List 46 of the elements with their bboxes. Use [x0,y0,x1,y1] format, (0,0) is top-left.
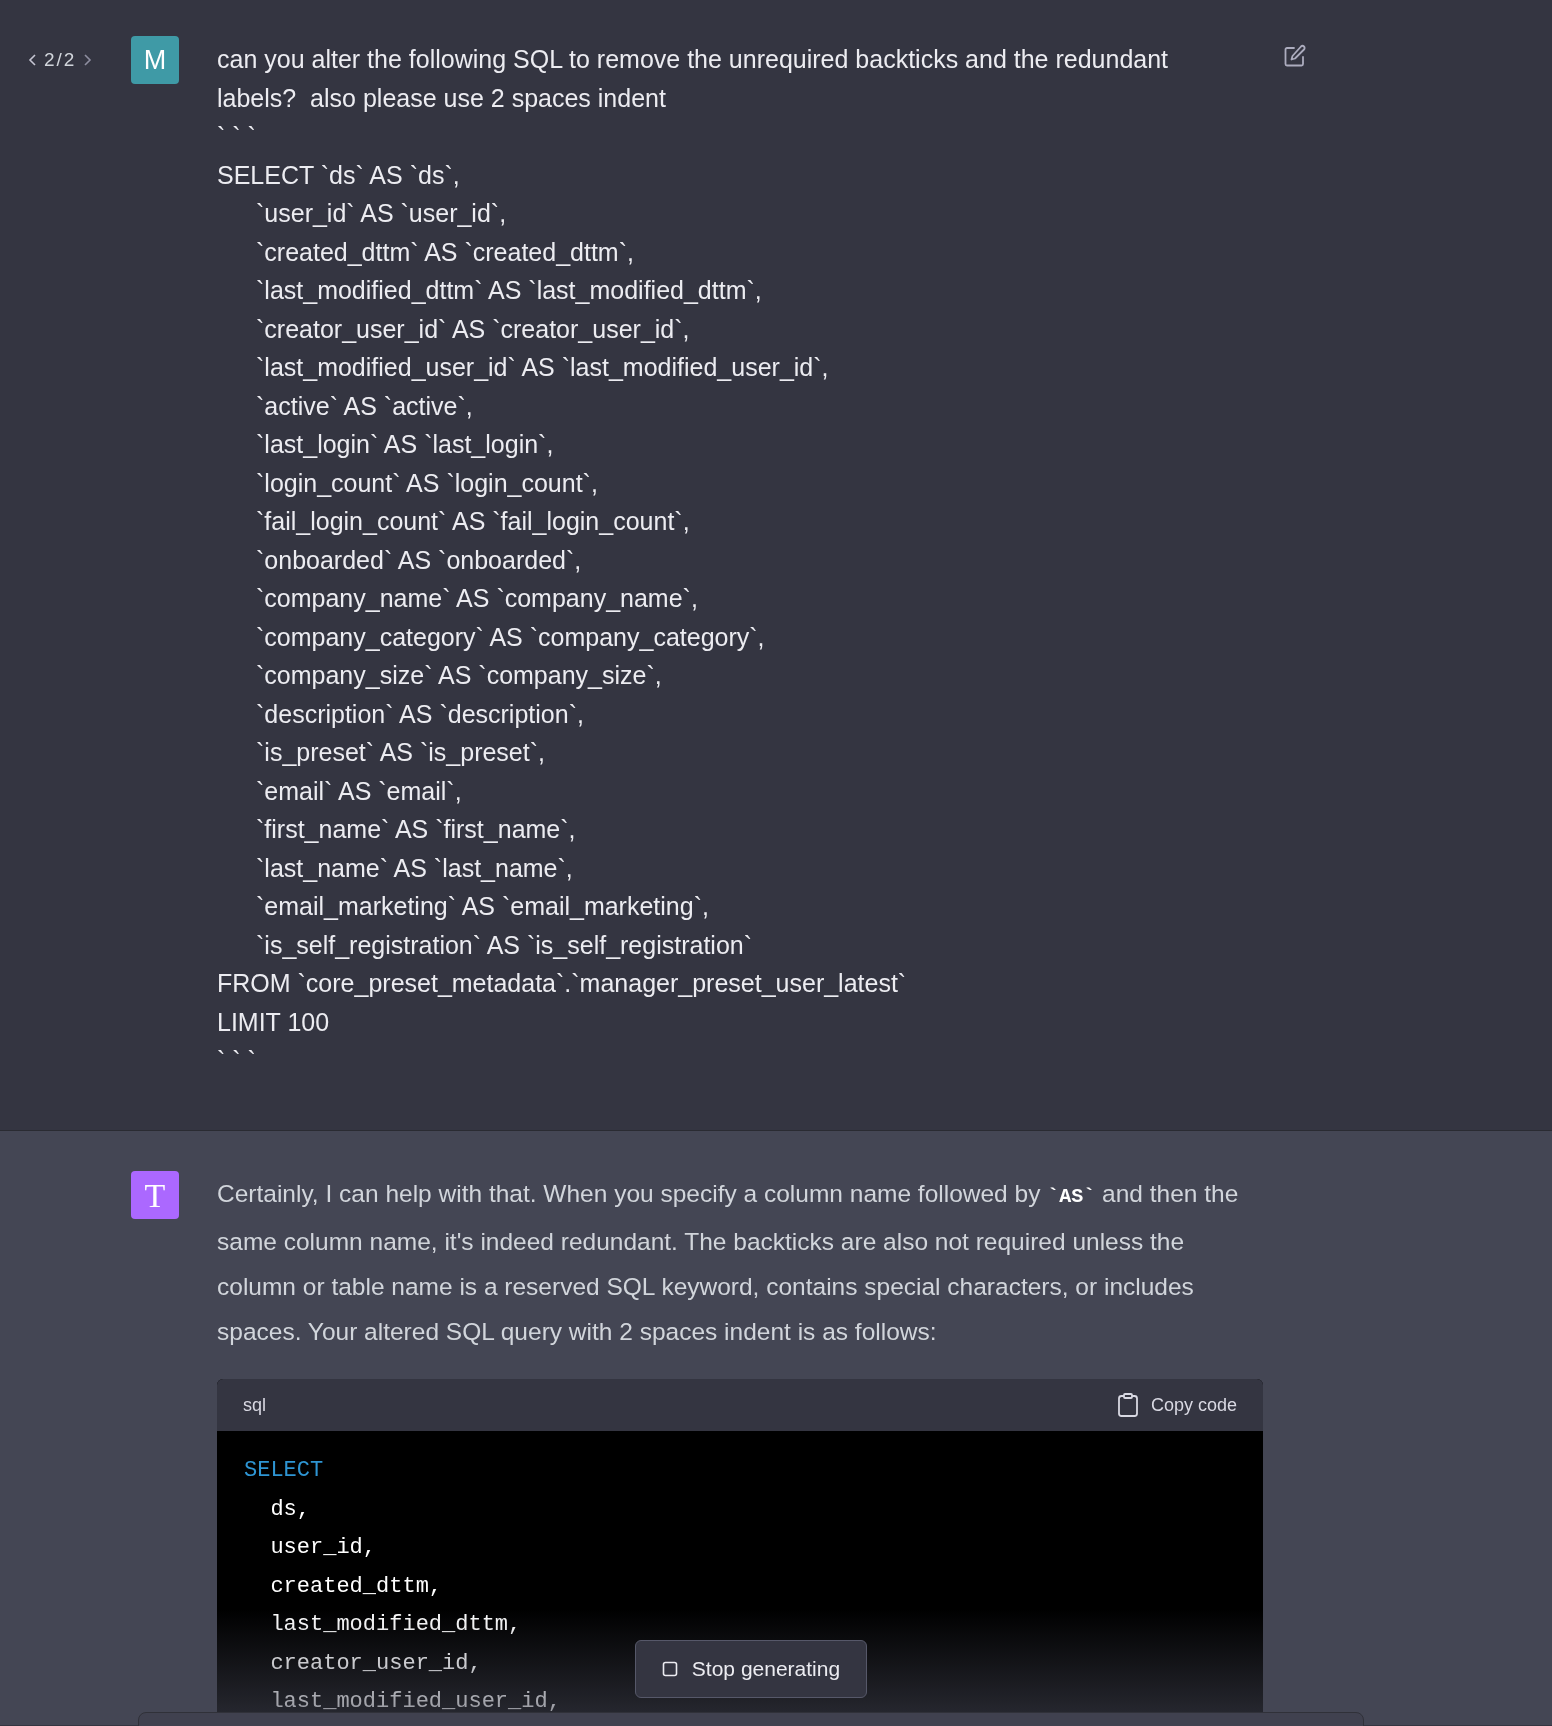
message-line: `is_self_registration` AS `is_self_registration` [255,929,754,961]
code-line: user_id, [269,1534,377,1562]
message-line: `company_category` AS `company_category`, [255,621,766,653]
message-line: `last_modified_user_id` AS `last_modified_user_id`, [255,352,830,383]
message-line: `company_size` AS `company_size`, [255,660,663,691]
edit-icon[interactable] [1283,44,1307,68]
message-line: `email_marketing` AS `email_marketing`, [255,891,710,922]
message-line: labels? also please use 2 spaces indent [217,82,667,114]
message-line: `last_login` AS `last_login`, [255,429,555,460]
code-line: ds, [269,1495,310,1524]
message-line: `user_id` AS `user_id`, [255,198,508,229]
code-line: last_modified_dttm, [269,1611,522,1639]
code-line: created_dttm, [269,1572,443,1601]
message-line: `fail_login_count` AS `fail_login_count`, [255,506,691,537]
message-line: ` ` ` [217,121,257,152]
message-line: `login_count` AS `login_count`, [255,467,599,499]
message-line: ` ` ` [217,1045,257,1076]
code-line: last_modified_user_id, [269,1688,561,1716]
code-line: SELECT [244,1457,324,1485]
message-line: LIMIT 100 [217,1006,331,1038]
answer-paragraph: Certainly, I can help with that. When you specify a column name followed by `AS` and then the same column name, it's indeed redundant. The backticks are also not required unless the column or table name is a reserved SQL keyword, contains special characters, or includes spaces. Your altered SQL query with 2 spaces indent is as follows: [217,1179,1240,1347]
clipboard-icon [1116,1392,1139,1418]
message-line: `active` AS `active`, [255,390,474,422]
message-line: `email` AS `email`, [255,775,463,807]
message-line: `onboarded` AS `onboarded`, [255,544,583,576]
message-line: FROM `core_preset_metadata`.`manager_preset_user_latest` [217,968,908,999]
copy-code-button[interactable]: Copy code [1116,1391,1237,1419]
language-label: sql [243,1393,266,1417]
stop-icon [661,1661,678,1677]
message-line: can you alter the following SQL to remove the unrequired backticks and the redundant [217,44,1170,75]
message-line: `creator_user_id` AS `creator_user_id`, [255,313,691,345]
message-line: SELECT `ds` AS `ds`, [217,159,461,191]
message-line: `description` AS `description`, [255,698,585,730]
stop-generating-button[interactable]: Stop generating [635,1640,867,1698]
user-avatar: M [131,36,179,84]
next-icon[interactable] [82,53,93,67]
message-line: `last_name` AS `last_name`, [255,852,574,884]
assistant-avatar: T [131,1171,179,1219]
message-line: `created_dttm` AS `created_dttm`, [255,236,635,268]
message-line: `last_modified_dttm` AS `last_modified_dttm`, [255,275,763,306]
message-line: `first_name` AS `first_name`, [255,814,577,845]
message-counter: 2/2 [44,47,77,72]
code-line: creator_user_id, [269,1649,482,1678]
previous-icon[interactable] [28,53,38,67]
message-line: `is_preset` AS `is_preset`, [255,737,546,768]
message-line: `company_name` AS `company_name`, [255,583,699,614]
